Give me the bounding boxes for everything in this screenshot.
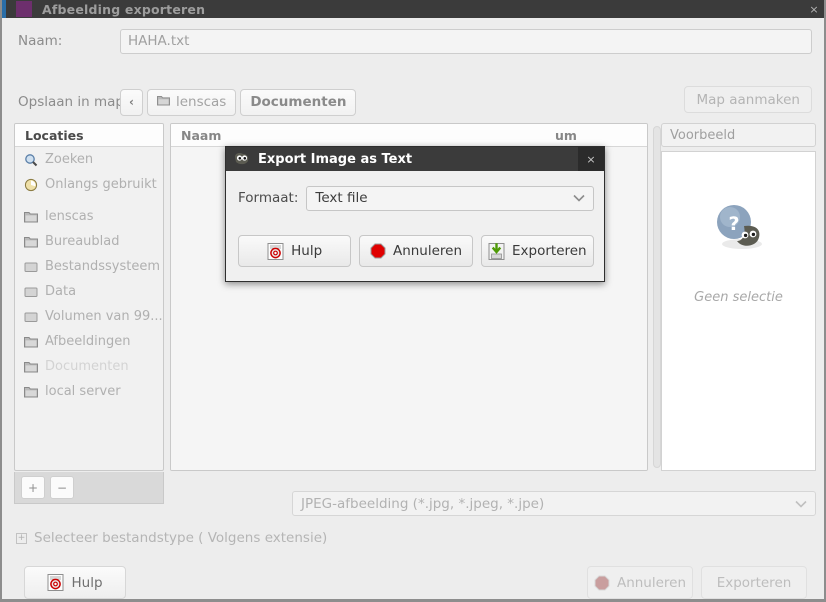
breadcrumb-lenscas[interactable]: lenscas [146, 88, 237, 116]
sidebar-item-label: Onlangs gebruikt [45, 177, 157, 192]
titlebar-accent-strip [2, 0, 6, 18]
format-select[interactable]: Text file [306, 185, 594, 211]
sidebar-divider [15, 197, 163, 204]
sidebar-item-bureaublad[interactable]: Bureaublad [15, 229, 163, 254]
name-label: Naam: [18, 33, 63, 49]
folder-label: Opslaan in map: [18, 94, 129, 110]
folder-icon [24, 336, 38, 348]
dialog-title: Export Image as Text [258, 151, 413, 167]
column-header-date[interactable]: um [555, 128, 647, 143]
remove-bookmark-button[interactable]: − [50, 476, 74, 499]
sidebar-item-label: Bestandssysteem [45, 259, 161, 274]
dialog-button-row: Hulp Annuleren Exporteren [238, 235, 594, 267]
column-header-name[interactable]: Naam [171, 128, 555, 143]
file-type-filter-select[interactable]: JPEG-afbeelding (*.jpg, *.jpeg, *.jpe) [292, 491, 816, 516]
stop-octagon-icon [594, 575, 610, 591]
sidebar-item-documenten[interactable]: Documenten [15, 354, 163, 379]
sidebar-item-label: Bureaublad [45, 234, 120, 249]
help-lifebuoy-icon [267, 242, 284, 260]
drive-icon [24, 286, 38, 298]
places-sidebar: Locaties Zoeken Onlangs gebruikt lenscas… [14, 123, 164, 471]
name-row: Naam: HAHA.txt [2, 24, 824, 58]
search-icon [24, 153, 38, 167]
dialog-cancel-label: Annuleren [392, 243, 463, 259]
folder-icon [24, 236, 38, 248]
sidebar-item-zoeken[interactable]: Zoeken [15, 147, 163, 172]
sidebar-item-label: Afbeeldingen [45, 334, 131, 349]
folder-icon [24, 386, 38, 398]
dialog-titlebar: Export Image as Text × [226, 147, 604, 171]
window-titlebar: Afbeelding exporteren × [2, 0, 824, 18]
cancel-button[interactable]: Annuleren [587, 566, 693, 599]
scrollbar-track[interactable] [653, 126, 661, 468]
breadcrumb-label: lenscas [175, 94, 227, 110]
export-image-window: Afbeelding exporteren × Naam: HAHA.txt O… [0, 0, 826, 602]
wilber-question-icon: ? [708, 200, 770, 262]
format-row: Formaat: Text file [238, 185, 594, 211]
close-icon[interactable]: × [806, 1, 822, 17]
chevron-down-icon [795, 496, 807, 512]
stop-octagon-icon [370, 243, 386, 259]
sidebar-item-lenscas[interactable]: lenscas [15, 204, 163, 229]
dialog-cancel-button[interactable]: Annuleren [359, 235, 473, 267]
sidebar-item-afbeeldingen[interactable]: Afbeeldingen [15, 329, 163, 354]
expander-label: Selecteer bestandstype ( Volgens extensi… [34, 530, 328, 546]
window-title: Afbeelding exporteren [42, 1, 206, 17]
export-button[interactable]: Exporteren [701, 566, 807, 599]
sidebar-item-bestandssysteem[interactable]: Bestandssysteem [15, 254, 163, 279]
dialog-close-icon[interactable]: × [578, 147, 604, 171]
help-button[interactable]: Hulp [24, 566, 126, 599]
dialog-help-label: Hulp [291, 243, 323, 259]
places-toolbar: + − [14, 472, 164, 504]
help-button-label: Hulp [71, 574, 103, 591]
preview-body: ? Geen selectie [661, 151, 816, 471]
breadcrumb-documenten[interactable]: Documenten [240, 88, 357, 116]
dialog-help-button[interactable]: Hulp [238, 235, 352, 267]
sidebar-item-local-server[interactable]: local server [15, 379, 163, 404]
preview-empty-text: Geen selectie [694, 290, 783, 305]
preview-header: Voorbeeld [661, 123, 816, 147]
format-label: Formaat: [238, 190, 299, 206]
sidebar-item-data[interactable]: Data [15, 279, 163, 304]
dialog-export-label: Exporteren [512, 243, 587, 259]
preview-pane: Voorbeeld ? Geen selectie [661, 123, 816, 471]
export-button-label: Exporteren [716, 574, 792, 591]
folder-icon [156, 94, 170, 110]
places-header: Locaties [15, 124, 163, 147]
export-as-text-dialog: Export Image as Text × Formaat: Text fil… [225, 146, 605, 282]
sidebar-item-onlangs-gebruikt[interactable]: Onlangs gebruikt [15, 172, 163, 197]
folder-icon [24, 361, 38, 373]
gimp-app-icon [16, 1, 32, 17]
breadcrumb-back-button[interactable]: ‹ [120, 88, 143, 116]
file-list-header: Naam um [171, 124, 647, 147]
filter-value: JPEG-afbeelding (*.jpg, *.jpeg, *.jpe) [301, 495, 545, 512]
sidebar-item-label: Documenten [45, 359, 129, 374]
folder-icon [24, 211, 38, 223]
drive-icon [24, 261, 38, 273]
expander-plus-icon: + [16, 532, 27, 544]
create-folder-button[interactable]: Map aanmaken [684, 86, 812, 113]
select-file-type-expander[interactable]: + Selecteer bestandstype ( Volgens exten… [16, 530, 327, 546]
chevron-down-icon [573, 190, 585, 206]
recent-icon [24, 178, 38, 192]
export-download-icon [488, 242, 505, 260]
sidebar-item-label: Data [45, 284, 77, 299]
add-bookmark-button[interactable]: + [21, 476, 45, 499]
cancel-button-label: Annuleren [616, 574, 687, 591]
folder-row: Opslaan in map: ‹ lenscas Documenten Map… [2, 86, 824, 118]
dialog-export-button[interactable]: Exporteren [480, 235, 594, 267]
sidebar-item-label: Zoeken [45, 152, 94, 167]
sidebar-item-label: local server [45, 384, 121, 399]
sidebar-item-label: Volumen van 99... [45, 309, 163, 324]
svg-text:?: ? [728, 213, 739, 235]
sidebar-item-volumen[interactable]: Volumen van 99... [15, 304, 163, 329]
filename-input[interactable]: HAHA.txt [120, 28, 812, 54]
wilber-icon [234, 152, 250, 166]
format-value: Text file [315, 190, 368, 206]
drive-icon [24, 311, 38, 323]
window-body: Naam: HAHA.txt Opslaan in map: ‹ lenscas… [2, 18, 824, 599]
help-lifebuoy-icon [47, 574, 64, 591]
sidebar-item-label: lenscas [45, 209, 94, 224]
